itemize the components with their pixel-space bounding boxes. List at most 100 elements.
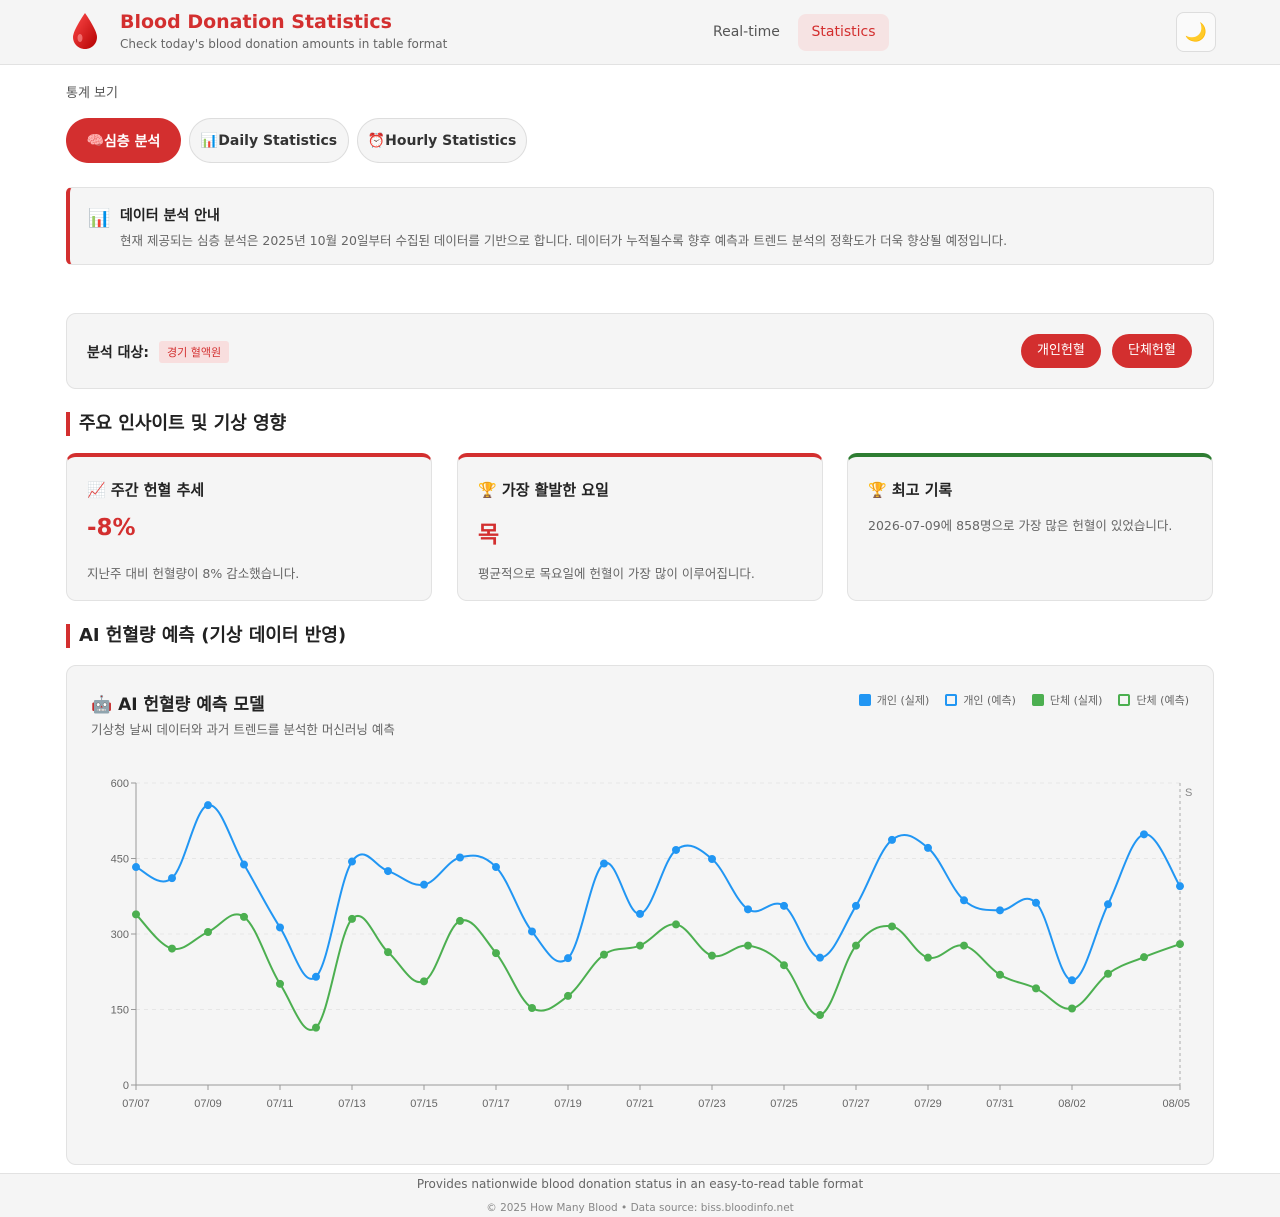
- data-point: [780, 961, 788, 970]
- card-description: 2026-07-09에 858명으로 가장 많은 헌혈이 있었습니다.: [868, 518, 1173, 533]
- chart-title: 🤖 AI 헌혈량 예측 모델: [91, 695, 265, 715]
- data-point: [672, 845, 680, 854]
- data-point: [1068, 1004, 1076, 1013]
- x-tick-label: 07/17: [482, 1098, 510, 1110]
- data-point: [420, 880, 428, 889]
- data-point: [636, 909, 644, 918]
- legend-item[interactable]: 단체 (실제): [1031, 692, 1102, 708]
- data-point: [420, 977, 428, 986]
- x-tick-label: 07/07: [122, 1098, 150, 1110]
- tab-label: Hourly Statistics: [385, 132, 517, 149]
- tab-hourly-statistics[interactable]: ⏰ Hourly Statistics: [357, 118, 527, 163]
- data-point: [132, 910, 140, 919]
- alarm-clock-icon: ⏰: [367, 132, 386, 149]
- data-point: [240, 860, 248, 869]
- data-point: [600, 859, 608, 868]
- data-point: [1104, 969, 1112, 978]
- ai-prediction-chart-panel: 0 150 300 450 600 07/07 07/09 07/11 07/13 07/15 07…: [66, 665, 1214, 1165]
- data-point: [564, 954, 572, 963]
- data-point: [384, 948, 392, 957]
- weekly-trend-value: -8%: [87, 515, 136, 541]
- data-point: [996, 970, 1004, 979]
- data-point: [744, 905, 752, 914]
- data-point: [348, 857, 356, 866]
- x-tick-label: 07/25: [770, 1098, 798, 1110]
- data-point: [312, 972, 320, 981]
- data-point: [492, 949, 500, 958]
- x-tick-label: 07/31: [986, 1098, 1014, 1110]
- data-point: [312, 1023, 320, 1032]
- weekly-trend-card: 📈 주간 헌혈 추세 -8% 지난주 대비 헌혈량이 8% 감소했습니다.: [66, 453, 432, 601]
- data-point: [204, 927, 212, 936]
- data-point: [960, 896, 968, 905]
- data-point: [924, 843, 932, 852]
- y-tick-label: 450: [111, 854, 129, 866]
- tab-label: 심층 분석: [104, 133, 161, 150]
- data-point: [456, 916, 464, 925]
- data-point: [1032, 984, 1040, 993]
- nav-realtime-button[interactable]: Real-time: [697, 14, 796, 51]
- data-point: [780, 901, 788, 910]
- data-point: [816, 1011, 824, 1020]
- data-point: [996, 906, 1004, 915]
- individual-donation-button[interactable]: 개인헌혈: [1021, 334, 1101, 368]
- card-title: 🏆 최고 기록: [868, 481, 953, 499]
- notice-text: 현재 제공되는 심층 분석은 2025년 10월 20일부터 수집된 데이터를 …: [120, 233, 1008, 248]
- x-tick-label: 07/23: [698, 1098, 726, 1110]
- legend-item[interactable]: 단체 (예측): [1118, 692, 1189, 708]
- x-tick-label: 07/09: [194, 1098, 222, 1110]
- data-point: [708, 951, 716, 960]
- x-tick-label: 08/05: [1162, 1098, 1190, 1110]
- robot-icon: 🤖: [91, 695, 113, 715]
- x-tick-label: 07/13: [338, 1098, 366, 1110]
- y-tick-label: 600: [111, 778, 129, 790]
- data-point: [1176, 940, 1184, 949]
- data-point: [1140, 830, 1148, 839]
- legend-item[interactable]: 개인 (실제): [858, 692, 929, 708]
- data-point: [1140, 953, 1148, 962]
- most-active-day-card: 🏆 가장 활발한 요일 목 평균적으로 목요일에 헌혈이 가장 많이 이루어집니…: [457, 453, 823, 601]
- data-point: [276, 923, 284, 932]
- card-description: 평균적으로 목요일에 헌혈이 가장 많이 이루어집니다.: [478, 566, 755, 581]
- y-tick-label: 150: [111, 1005, 129, 1017]
- trophy-icon: 🏆: [868, 481, 887, 499]
- tab-deep-analysis[interactable]: 🧠 심층 분석: [66, 118, 181, 163]
- group-donation-button[interactable]: 단체헌혈: [1112, 334, 1192, 368]
- data-point: [852, 901, 860, 910]
- bar-chart-icon: 📊: [200, 132, 219, 149]
- app-subtitle: Check today's blood donation amounts in …: [120, 37, 448, 51]
- trend-up-chart-icon: 📈: [87, 481, 106, 499]
- data-point: [276, 979, 284, 988]
- ai-prediction-heading: AI 헌혈량 예측 (기상 데이터 반영): [66, 624, 346, 648]
- x-tick-label: 07/27: [842, 1098, 870, 1110]
- trophy-icon: 🏆: [478, 481, 497, 499]
- forecast-marker-label: S: [1185, 787, 1192, 799]
- data-point: [852, 941, 860, 950]
- data-point: [240, 912, 248, 921]
- x-tick-label: 08/02: [1058, 1098, 1086, 1110]
- data-point: [636, 941, 644, 950]
- theme-toggle-button[interactable]: 🌙: [1176, 12, 1216, 52]
- y-tick-label: 0: [123, 1080, 129, 1092]
- chart-legend: 개인 (실제) 개인 (예측) 단체 (실제) 단체 (예측): [858, 692, 1189, 708]
- data-point: [672, 920, 680, 929]
- group-actual-line: [135, 913, 1181, 1031]
- app-title: Blood Donation Statistics: [120, 11, 392, 33]
- legend-item[interactable]: 개인 (예측): [945, 692, 1016, 708]
- data-point: [600, 950, 608, 959]
- data-point: [744, 941, 752, 950]
- data-point: [1068, 976, 1076, 985]
- analysis-target-bar: 분석 대상: 경기 혈액원 개인헌혈 단체헌혈: [66, 313, 1214, 389]
- legend-swatch: [1118, 694, 1131, 706]
- legend-swatch: [945, 694, 958, 706]
- data-point: [816, 953, 824, 962]
- page-footer: Provides nationwide blood donation statu…: [0, 1173, 1280, 1217]
- data-point: [528, 1003, 536, 1012]
- data-point: [384, 867, 392, 876]
- nav-statistics-button[interactable]: Statistics: [798, 14, 889, 51]
- data-point: [456, 853, 464, 862]
- data-point: [168, 874, 176, 883]
- x-tick-label: 07/15: [410, 1098, 438, 1110]
- tab-daily-statistics[interactable]: 📊 Daily Statistics: [189, 118, 349, 163]
- prediction-line-chart: 0 150 300 450 600 07/07 07/09 07/11 07/13 07/15 07…: [111, 778, 1193, 1110]
